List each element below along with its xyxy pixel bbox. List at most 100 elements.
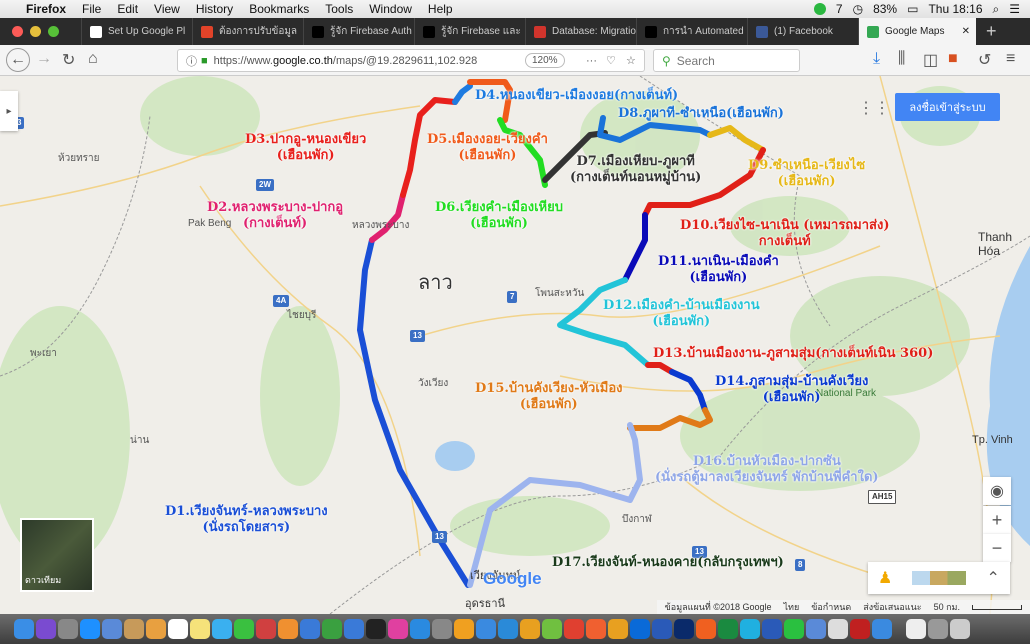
dock-android-studio-icon[interactable] <box>542 619 562 639</box>
dock-finder-icon[interactable] <box>14 619 34 639</box>
tab-0[interactable]: Set Up Google Pl <box>81 18 192 45</box>
status-count[interactable]: 7 <box>836 2 843 16</box>
zoom-window-button[interactable] <box>48 26 59 37</box>
dock-vscode-icon[interactable] <box>652 619 672 639</box>
dock-sequel-icon[interactable] <box>608 619 628 639</box>
search-input[interactable]: ⚲ Search <box>653 49 800 72</box>
dock-chrome-icon[interactable] <box>564 619 584 639</box>
line-status-icon[interactable] <box>813 3 826 15</box>
dock-system-preferences-icon[interactable] <box>432 619 452 639</box>
info-icon[interactable]: ⓘ <box>186 53 197 69</box>
terms-link[interactable]: ข้อกำหนด <box>811 600 851 614</box>
dock-chrome-canary-icon[interactable] <box>476 619 496 639</box>
dock-pages-icon[interactable] <box>278 619 298 639</box>
reload-button[interactable]: ↻ <box>62 50 75 70</box>
feedback-link[interactable]: ส่งข้อเสนอแนะ <box>863 600 921 614</box>
extension-icon[interactable]: ■ <box>948 50 958 68</box>
downloads-icon[interactable]: ⤓ <box>873 50 880 68</box>
menu-tools[interactable]: Tools <box>325 2 353 16</box>
my-location-button[interactable]: ◉ <box>983 477 1011 505</box>
sign-in-button[interactable]: ลงชื่อเข้าสู่ระบบ <box>895 93 1000 121</box>
close-window-button[interactable] <box>12 26 23 37</box>
dock-preview-icon[interactable] <box>102 619 122 639</box>
dock-file-icon[interactable] <box>828 619 848 639</box>
library-icon[interactable]: ⫼ <box>898 50 905 68</box>
sidebar-icon[interactable]: ◫ <box>923 50 938 70</box>
zoom-in-button[interactable]: + <box>983 506 1011 534</box>
dock-sublime-icon[interactable] <box>454 619 474 639</box>
tab-5[interactable]: การนำ Automated <box>636 18 747 45</box>
dock-trash-icon[interactable] <box>950 619 970 639</box>
tab-6[interactable]: (1) Facebook <box>747 18 858 45</box>
dock-swift-icon[interactable] <box>586 619 606 639</box>
minimize-window-button[interactable] <box>30 26 41 37</box>
tab-2[interactable]: รู้จัก Firebase Auth <box>303 18 414 45</box>
dock-calendar-icon[interactable] <box>168 619 188 639</box>
dock-firefox-icon[interactable] <box>696 619 716 639</box>
dock-launchpad-icon[interactable] <box>58 619 78 639</box>
dock-photoshop-icon[interactable] <box>674 619 694 639</box>
scale-label[interactable]: 50 กม. <box>934 600 960 614</box>
dock-facetime-icon[interactable] <box>234 619 254 639</box>
dock-teamviewer-icon[interactable] <box>498 619 518 639</box>
menu-view[interactable]: View <box>154 2 180 16</box>
url-bar[interactable]: ⓘ ■ https://www. google.co.th/maps/@19.28… <box>177 49 645 72</box>
dock-doc-icon[interactable] <box>906 619 926 639</box>
dock-line-icon[interactable] <box>784 619 804 639</box>
back-button[interactable]: ← <box>6 48 30 72</box>
zoom-out-button[interactable]: − <box>983 534 1011 562</box>
battery-percent[interactable]: 83% <box>873 2 897 16</box>
tab-4[interactable]: Database: Migratio <box>525 18 636 45</box>
tab-7[interactable]: Google Maps ✕ <box>858 18 976 45</box>
tab-3[interactable]: รู้จัก Firebase และ <box>414 18 525 45</box>
dock-sketch-icon[interactable] <box>520 619 540 639</box>
imagery-thumbnail[interactable] <box>912 571 967 585</box>
notification-center-icon[interactable]: ☰ <box>1009 2 1020 16</box>
menu-bookmarks[interactable]: Bookmarks <box>249 2 309 16</box>
google-map[interactable]: 3 2W 4A 13 7 13 13 8 AH15 Pak Beng หลวงพ… <box>0 76 1030 614</box>
dock-numbers-icon[interactable] <box>322 619 342 639</box>
time-machine-icon[interactable]: ◷ <box>853 2 863 16</box>
dock-xcode-icon[interactable] <box>300 619 320 639</box>
menu-help[interactable]: Help <box>428 2 453 16</box>
dock-messages-icon[interactable] <box>212 619 232 639</box>
spotlight-icon[interactable]: ⌕ <box>993 2 1000 17</box>
home-icon[interactable]: ⌂ <box>88 50 98 68</box>
dock-excel-icon[interactable] <box>718 619 738 639</box>
dock-skype-icon[interactable] <box>740 619 760 639</box>
clock[interactable]: Thu 18:16 <box>928 2 982 16</box>
menu-icon[interactable]: ≡ <box>1006 50 1015 68</box>
bookmark-star-icon[interactable]: ☆ <box>626 54 636 67</box>
dock-app-store-icon[interactable] <box>410 619 430 639</box>
dock-siri-icon[interactable] <box>36 619 56 639</box>
new-tab-button[interactable]: + <box>986 21 997 42</box>
close-tab-icon[interactable]: ✕ <box>962 26 970 37</box>
pegman-icon[interactable]: ♟ <box>878 568 892 588</box>
pocket-icon[interactable]: ♡ <box>606 54 616 67</box>
dock-vpn-icon[interactable] <box>806 619 826 639</box>
forward-button[interactable]: → <box>36 50 52 68</box>
dock-itunes-icon[interactable] <box>388 619 408 639</box>
battery-icon[interactable]: ▭ <box>907 2 918 16</box>
dock-notes-icon[interactable] <box>190 619 210 639</box>
menu-history[interactable]: History <box>196 2 233 16</box>
dock-help-icon[interactable] <box>928 619 948 639</box>
dock-contacts-icon[interactable] <box>124 619 144 639</box>
satellite-layer-toggle[interactable]: ดาวเทียม <box>20 518 94 592</box>
dock-photos-icon[interactable] <box>146 619 166 639</box>
dock-safari-icon[interactable] <box>80 619 100 639</box>
menu-file[interactable]: File <box>82 2 101 16</box>
tab-1[interactable]: ต้องการปรับข้อมูล <box>192 18 303 45</box>
dock-word-icon[interactable] <box>762 619 782 639</box>
dock-filezilla-icon[interactable] <box>850 619 870 639</box>
side-panel-toggle[interactable]: ▸ <box>0 91 18 131</box>
menu-edit[interactable]: Edit <box>117 2 138 16</box>
zoom-level-badge[interactable]: 120% <box>525 53 565 68</box>
menu-app-name[interactable]: Firefox <box>26 2 66 16</box>
page-actions-icon[interactable]: ··· <box>586 55 597 67</box>
dock-quicktime-icon[interactable] <box>872 619 892 639</box>
dock-photo-booth-icon[interactable] <box>256 619 276 639</box>
language-link[interactable]: ไทย <box>784 600 800 614</box>
dock-terminal-icon[interactable] <box>366 619 386 639</box>
sync-icon[interactable]: ↺ <box>978 50 991 70</box>
